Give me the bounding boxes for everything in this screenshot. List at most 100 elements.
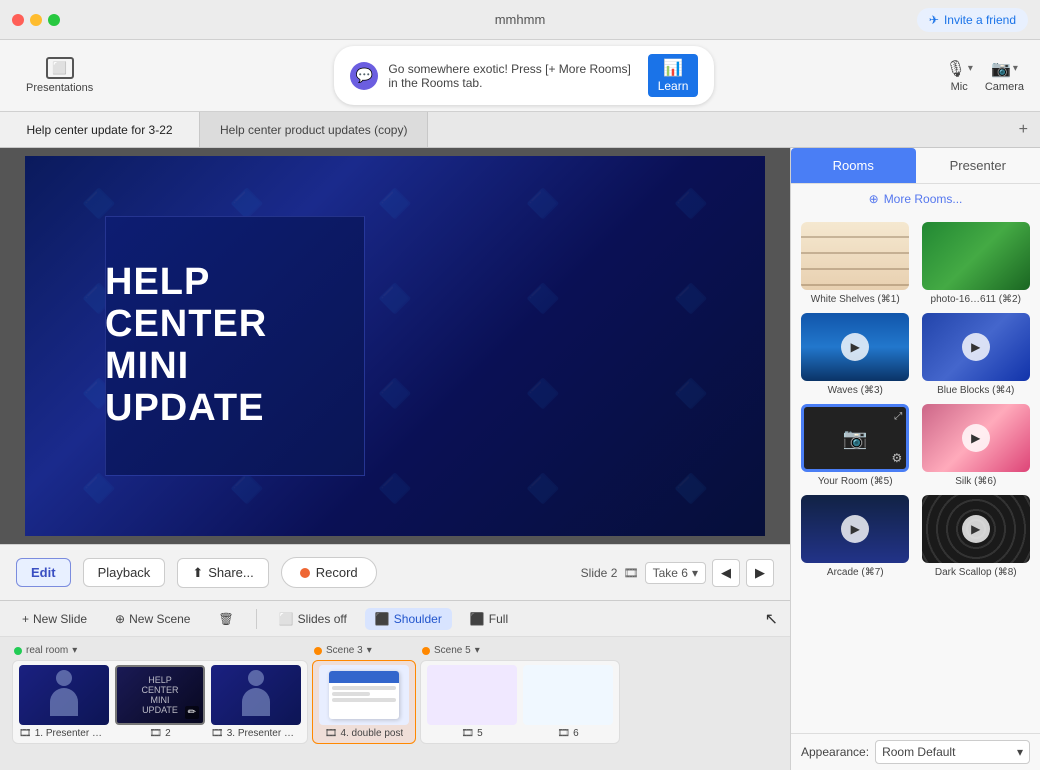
toolbar: ⬜ Presentations 💬 Go somewhere exotic! P… [0, 40, 1040, 112]
take-select[interactable]: Take 6 ▾ [645, 562, 706, 584]
mic-button[interactable]: 🎙 ▾ Mic [946, 59, 973, 93]
slide-canvas: 🔷 🔷 🔷 🔷 🔷 🔷 🔷 🔷 🔷 🔷 🔷 🔷 🔷 🔷 🔷 🔷 [25, 156, 765, 536]
slides-off-icon: ⬜ [279, 612, 294, 626]
add-tab-button[interactable]: + [1007, 112, 1040, 147]
tabs-row: Help center update for 3-22 Help center … [0, 112, 1040, 148]
new-scene-icon: ⊕ [115, 612, 125, 626]
invite-icon: ✈ [929, 13, 939, 27]
slides-off-button[interactable]: ⬜ Slides off [269, 608, 357, 630]
double-post-body [329, 683, 399, 705]
slide-thumb-6[interactable]: 🎞6 [523, 665, 613, 739]
slide-thumb-5[interactable]: 🎞5 [427, 665, 517, 739]
slide-thumb-1[interactable]: 🎞1. Presenter Only [19, 665, 109, 739]
room-thumb-dark-scallop: ▶ [922, 495, 1030, 563]
full-button[interactable]: ⬛ Full [460, 608, 518, 630]
room-item-dark-scallop[interactable]: ▶ Dark Scallop (⌘8) [920, 495, 1033, 578]
room-item-blue-blocks[interactable]: ▶ Blue Blocks (⌘4) [920, 313, 1033, 396]
new-slide-button[interactable]: + New Slide [12, 608, 97, 630]
person-silhouette-3 [236, 670, 276, 720]
scene-strip-toolbar: + New Slide ⊕ New Scene 🗑 ⬜ Slides off ⬛ [0, 601, 790, 637]
your-room-expand-icon: ⤢ [894, 411, 902, 422]
slide-thumb-4[interactable]: 🎞4. double post [319, 665, 409, 739]
person-body [50, 688, 78, 716]
scene-dropdown-icon: ▾ [72, 645, 77, 656]
camera-button[interactable]: 📷 ▾ Camera [985, 59, 1024, 93]
watermark-item: 🔷 [617, 441, 765, 536]
play-overlay-blocks: ▶ [922, 313, 1030, 381]
minimize-button[interactable] [30, 14, 42, 26]
mic-icon: 🎙 [946, 59, 966, 79]
rooms-panel: Rooms Presenter ⊕ More Rooms... White Sh… [790, 148, 1040, 770]
room-item-waves[interactable]: ▶ Waves (⌘3) [799, 313, 912, 396]
next-slide-button[interactable]: ▶ [746, 559, 774, 587]
watermark-item: 🔷 [469, 441, 617, 536]
room-item-white-shelves[interactable]: White Shelves (⌘1) [799, 222, 912, 305]
slide-title: HELP CENTER MINI UPDATE [105, 262, 267, 429]
scene-status-dot [14, 647, 22, 655]
presentations-button[interactable]: ⬜ Presentations [16, 51, 103, 100]
room-thumb-white-shelves [801, 222, 909, 290]
traffic-lights [12, 14, 60, 26]
slide-navigation: Slide 2 🎞 Take 6 ▾ ◀ ▶ [581, 559, 774, 587]
edit-pencil-icon: ✏ [185, 706, 199, 719]
slide-thumb-img-6 [523, 665, 613, 725]
more-rooms-button[interactable]: ⊕ More Rooms... [791, 184, 1040, 214]
prev-slide-button[interactable]: ◀ [712, 559, 740, 587]
slide-2-content: HELPCENTERMINIUPDATE [137, 671, 182, 719]
new-scene-button[interactable]: ⊕ New Scene [105, 608, 200, 630]
slide-thumb-img-2: HELPCENTERMINIUPDATE ✏ [115, 665, 205, 725]
slide-thumb-img-5 [427, 665, 517, 725]
slide-thumb-3[interactable]: 🎞3. Presenter Only [211, 665, 301, 739]
tab-1[interactable]: Help center update for 3-22 [0, 112, 200, 147]
room-item-your-room[interactable]: 📷 ⚙ ⤢ Your Room (⌘5) [799, 404, 912, 487]
slide-thumb-label-4: 🎞4. double post [325, 728, 404, 739]
record-button[interactable]: Record [281, 557, 377, 588]
presenter-tab[interactable]: Presenter [916, 148, 1040, 183]
camera-chevron-icon: ▾ [1013, 63, 1018, 74]
play-circle-arcade: ▶ [841, 515, 869, 543]
rooms-tabs: Rooms Presenter [791, 148, 1040, 184]
film-icon-4: 🎞 [325, 728, 338, 739]
dp-line [332, 692, 370, 696]
scene-group-scene5: Scene 5 ▾ 🎞5 [420, 645, 620, 762]
your-room-settings-icon: ⚙ [891, 451, 902, 465]
room-item-photo[interactable]: photo-16…611 (⌘2) [920, 222, 1033, 305]
room-thumb-your-room: 📷 ⚙ ⤢ [801, 404, 909, 472]
room-item-silk[interactable]: ▶ Silk (⌘6) [920, 404, 1033, 487]
scene-status-dot-3 [314, 647, 322, 655]
shoulder-button[interactable]: ⬛ Shoulder [365, 608, 452, 630]
share-button[interactable]: ⬆ Share... [177, 558, 268, 588]
play-overlay-waves: ▶ [801, 313, 909, 381]
toolbar-banner: 💬 Go somewhere exotic! Press [+ More Roo… [334, 46, 714, 105]
watermark-item: 🔷 [469, 251, 617, 346]
double-post-inner [329, 671, 399, 719]
person-head-3 [248, 670, 264, 686]
rooms-tab[interactable]: Rooms [791, 148, 916, 183]
titlebar-right: ✈ Invite a friend [917, 8, 1028, 32]
room-thumb-waves: ▶ [801, 313, 909, 381]
slide-thumb-label-2: 🎞2 [149, 728, 170, 739]
main-content: 🔷 🔷 🔷 🔷 🔷 🔷 🔷 🔷 🔷 🔷 🔷 🔷 🔷 🔷 🔷 🔷 [0, 148, 1040, 770]
room-item-arcade[interactable]: ▶ Arcade (⌘7) [799, 495, 912, 578]
scene-group-slides-real-room: 🎞1. Presenter Only HELPCENTERMINIUPDATE … [12, 660, 308, 744]
scene-group-slides-scene5: 🎞5 🎞6 [420, 660, 620, 744]
slide-info: Slide 2 🎞 Take 6 ▾ [581, 562, 706, 584]
appearance-select[interactable]: Room Default ▾ [875, 740, 1030, 764]
slide-thumb-label-5: 🎞5 [461, 728, 482, 739]
play-overlay-scallop: ▶ [922, 495, 1030, 563]
room-thumb-silk: ▶ [922, 404, 1030, 472]
record-dot-icon [300, 568, 310, 578]
delete-button[interactable]: 🗑 [208, 608, 243, 630]
plus-circle-icon: ⊕ [869, 192, 879, 206]
playback-button[interactable]: Playback [83, 558, 166, 587]
edit-button[interactable]: Edit [16, 558, 71, 587]
invite-button[interactable]: ✈ Invite a friend [917, 8, 1028, 32]
scene-status-dot-5 [422, 647, 430, 655]
maximize-button[interactable] [48, 14, 60, 26]
slide-thumb-2[interactable]: HELPCENTERMINIUPDATE ✏ 🎞2 [115, 665, 205, 739]
tab-2[interactable]: Help center product updates (copy) [200, 112, 428, 147]
learn-button[interactable]: 📊 Learn [648, 54, 699, 97]
toolbar-right: 🎙 ▾ Mic 📷 ▾ Camera [946, 59, 1024, 93]
close-button[interactable] [12, 14, 24, 26]
chat-icon: 💬 [350, 62, 378, 90]
